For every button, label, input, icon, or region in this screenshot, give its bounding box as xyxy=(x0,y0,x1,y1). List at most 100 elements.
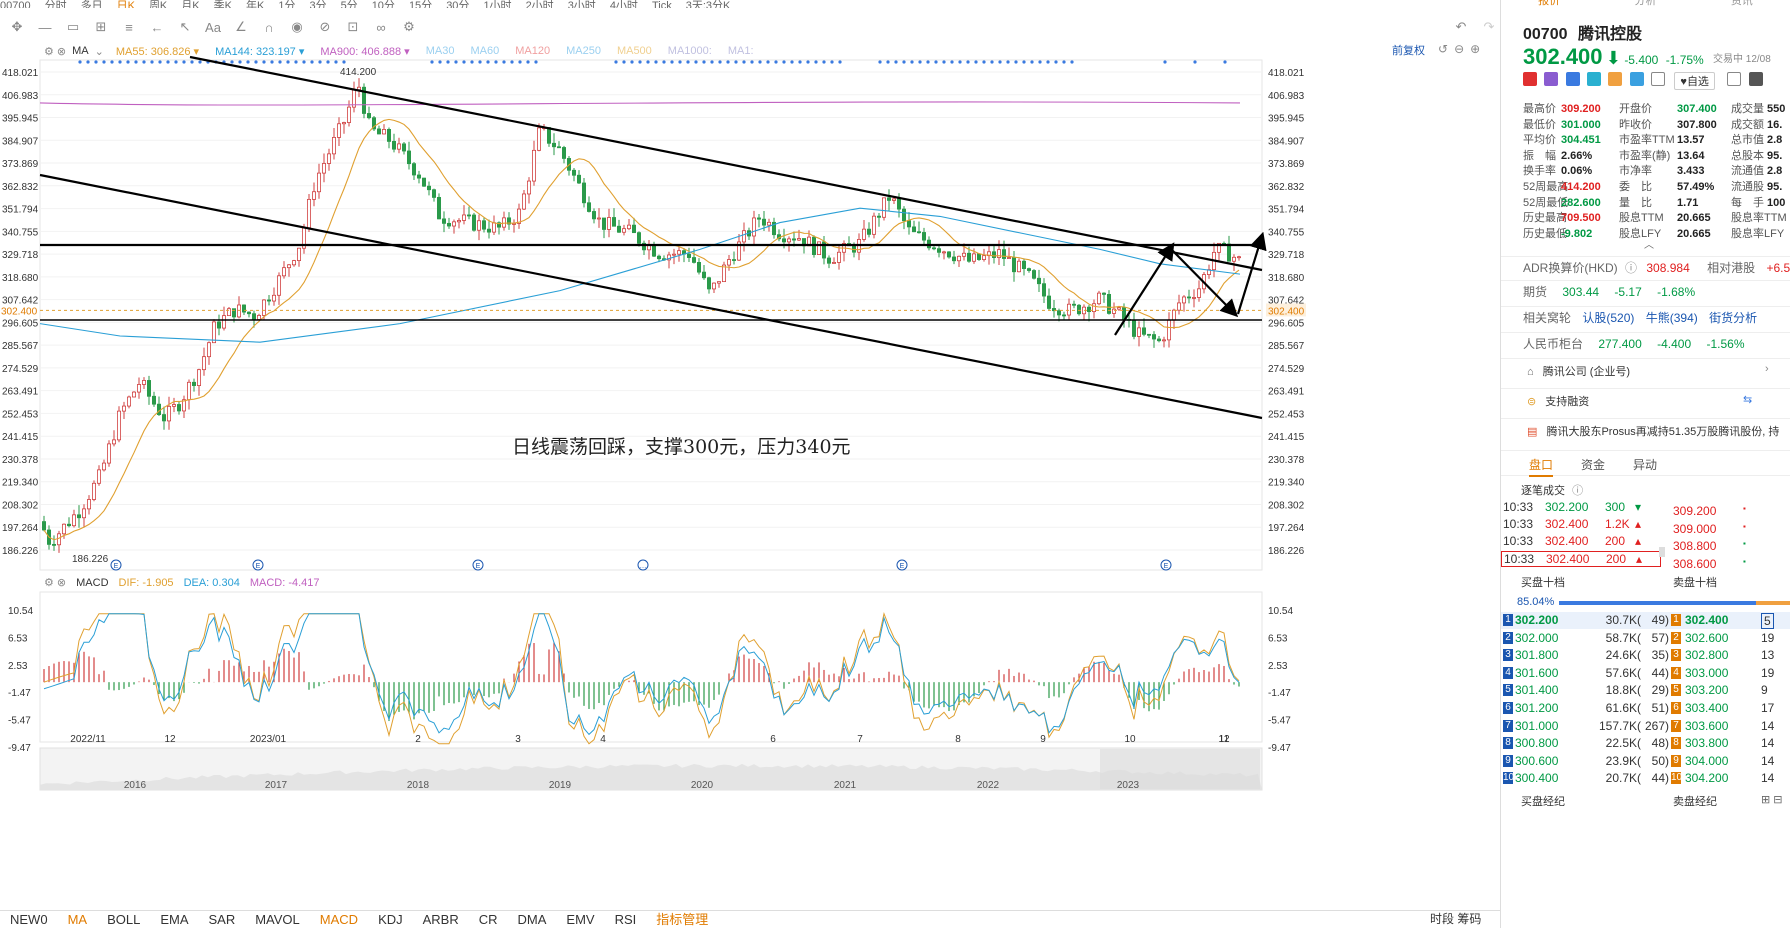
candle-body xyxy=(426,185,431,191)
chart-icon[interactable] xyxy=(1608,72,1623,86)
book-row[interactable]: 5 301.400 18.8K(29) 5 303.200 9 xyxy=(1501,682,1790,699)
book-row[interactable]: 3 301.800 24.6K(35) 3 302.800 13 xyxy=(1501,647,1790,664)
hk-icon[interactable] xyxy=(1523,72,1537,86)
info-icon[interactable]: ⓘ xyxy=(1625,261,1637,275)
candle-body xyxy=(622,228,627,233)
sub-tab[interactable]: 资金 xyxy=(1581,456,1605,473)
bid-orders: 35) xyxy=(1651,648,1669,663)
book-row[interactable]: 4 301.600 57.6K(44) 4 303.000 19 xyxy=(1501,665,1790,682)
futures-row[interactable]: 期货 303.44 -5.17 -1.68% xyxy=(1501,280,1790,300)
sub-tab[interactable]: 盘口 xyxy=(1529,456,1554,477)
options-icon[interactable] xyxy=(1587,72,1602,86)
ticks-info-icon[interactable]: ⓘ xyxy=(1572,485,1583,497)
price-axis-label-left: 230.378 xyxy=(2,455,39,466)
price-axis-label-right: 340.755 xyxy=(1268,227,1305,238)
indicator-tab[interactable]: SAR xyxy=(198,911,245,928)
candle-body xyxy=(151,395,156,405)
grid-icon[interactable]: ⊞ ⊟ xyxy=(1761,793,1783,806)
book-row[interactable]: 9 300.600 23.9K(50) 9 304.000 14 xyxy=(1501,753,1790,770)
stat-item: 振 幅 2.66% xyxy=(1523,147,1592,163)
indicator-tab[interactable]: RSI xyxy=(605,911,647,928)
quote-tab[interactable]: 资讯 xyxy=(1731,0,1753,8)
event-dot xyxy=(446,60,450,64)
indicator-tab[interactable]: MAVOL xyxy=(245,911,310,928)
margin-row[interactable]: ⊜ 支持融资 ⇆ xyxy=(1501,388,1790,412)
candle-body xyxy=(1182,296,1187,304)
adr-row: ADR换算价(HKD) ⓘ 308.984 相对港股 +6.584 xyxy=(1501,256,1790,276)
overview-year-label: 2018 xyxy=(407,780,430,791)
collapse-icon[interactable]: ︿ xyxy=(1644,236,1654,251)
candle-body xyxy=(717,281,722,284)
swap-icon[interactable]: ⇆ xyxy=(1743,393,1752,406)
warrants-call-link[interactable]: 认股(520) xyxy=(1582,311,1634,325)
book-row[interactable]: 2 302.000 58.7K(57) 2 302.600 19 xyxy=(1501,630,1790,647)
bid-price: 301.800 xyxy=(1515,648,1559,663)
company-row[interactable]: ⌂ 腾讯公司 (企业号) › xyxy=(1501,358,1790,382)
macd-axis-label-right: -5.47 xyxy=(1268,716,1291,727)
alert-icon[interactable] xyxy=(1727,72,1741,86)
share-icon[interactable] xyxy=(1749,72,1763,86)
book-row[interactable]: 7 301.000 157.7K(267) 7 303.600 14 xyxy=(1501,718,1790,735)
event-dot xyxy=(798,60,802,64)
macd-axis-label-right: 10.54 xyxy=(1268,606,1293,617)
stat-item: 市净率 3.433 xyxy=(1619,162,1705,178)
short-icon[interactable] xyxy=(1565,72,1580,86)
book-row[interactable]: 6 301.200 61.6K(51) 6 303.400 17 xyxy=(1501,700,1790,717)
note-icon[interactable] xyxy=(1651,72,1666,86)
tick-scrollbar[interactable] xyxy=(1659,547,1665,557)
price-axis-label-right: 208.302 xyxy=(1268,500,1305,511)
warrants-bull-link[interactable]: 牛熊(394) xyxy=(1646,311,1698,325)
quote-tab[interactable]: 报价 xyxy=(1538,0,1560,8)
bid-price: 300.600 xyxy=(1515,753,1559,768)
ask-volume: 14 xyxy=(1761,736,1775,751)
indicator-tab[interactable]: NEW0 xyxy=(0,911,58,928)
stock-connect-icon[interactable] xyxy=(1544,72,1559,86)
candle-body xyxy=(1167,319,1172,341)
stat-label: 历史最低 xyxy=(1523,227,1567,240)
stat-item: 52周最高414.200 xyxy=(1523,178,1601,194)
candle-body xyxy=(1187,296,1192,299)
watchlist-button[interactable]: ♥自选 xyxy=(1674,72,1715,90)
indicator-tab[interactable]: DMA xyxy=(508,911,557,928)
candle-body xyxy=(221,315,226,329)
candle-body xyxy=(917,231,922,234)
indicator-right-tabs[interactable]: 时段 筹码 xyxy=(1430,910,1481,928)
tag-icon[interactable] xyxy=(1629,72,1644,86)
bid-level-badge: 8 xyxy=(1503,737,1513,750)
tick-price: 302.400 xyxy=(1546,552,1590,566)
indicator-tab[interactable]: BOLL xyxy=(97,911,150,928)
indicator-tab[interactable]: ARBR xyxy=(413,911,469,928)
ladder-row: 308.800 ▪ xyxy=(1673,539,1790,553)
book-row[interactable]: 1 302.200 30.7K(49) 1 302.400 5 xyxy=(1501,612,1790,629)
macd-label[interactable]: MACD xyxy=(76,577,108,589)
candle-body xyxy=(522,193,527,210)
sub-tab[interactable]: 异动 xyxy=(1633,456,1657,473)
indicator-tab[interactable]: CR xyxy=(469,911,508,928)
candle-body xyxy=(1142,327,1147,335)
event-dot xyxy=(806,60,810,64)
candle-body xyxy=(632,224,637,234)
rmb-counter-row[interactable]: 人民币柜台 277.400 -4.400 -1.56% xyxy=(1501,332,1790,352)
event-dot xyxy=(934,60,938,64)
indicator-tab[interactable]: 指标管理 xyxy=(646,911,718,928)
macd-settings-icon[interactable]: ⚙ ⊗ xyxy=(44,576,66,589)
warrants-analysis-link[interactable]: 街货分析 xyxy=(1709,311,1757,325)
overview-year-label: 2021 xyxy=(834,780,857,791)
stat-label: 昨收价 xyxy=(1619,118,1652,131)
indicator-tab[interactable]: EMV xyxy=(556,911,604,928)
indicator-tab[interactable]: MACD xyxy=(310,911,368,928)
indicator-tab[interactable]: MA xyxy=(58,911,98,928)
event-dot xyxy=(622,60,626,64)
book-row[interactable]: 10 300.400 20.7K(44) 10 304.200 14 xyxy=(1501,770,1790,787)
bid-book-title: 买盘十档 xyxy=(1521,577,1565,589)
stat-item: 每 手 100 xyxy=(1731,194,1785,210)
stock-header: 00700 腾讯控股 xyxy=(1523,20,1790,44)
quote-tab[interactable]: 分析 xyxy=(1634,0,1656,8)
event-dot xyxy=(1014,60,1018,64)
news-row[interactable]: ▤ 腾讯大股东Prosus再减持51.35万股腾讯股份, 持 xyxy=(1501,418,1790,442)
indicator-tab[interactable]: EMA xyxy=(150,911,198,928)
book-row[interactable]: 8 300.800 22.5K(48) 8 303.800 14 xyxy=(1501,735,1790,752)
indicator-tab[interactable]: KDJ xyxy=(368,911,413,928)
rmb-label: 人民币柜台 xyxy=(1523,337,1584,351)
candle-body xyxy=(657,255,662,260)
